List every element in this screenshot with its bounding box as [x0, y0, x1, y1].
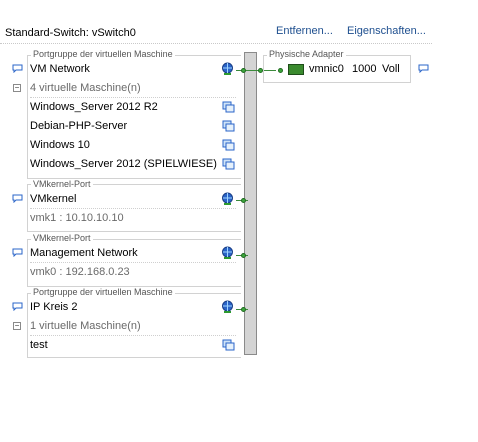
portgroup-name: IP Kreis 2 [30, 301, 78, 313]
connection-dot [241, 68, 246, 73]
portgroup-name: VM Network [30, 63, 90, 75]
portgroup-name: Management Network [30, 247, 138, 259]
vm-count-label: 4 virtuelle Maschine(n) [30, 82, 141, 94]
vm-icon[interactable] [222, 101, 235, 114]
speech-bubble-icon[interactable] [12, 194, 23, 203]
globe-icon[interactable] [221, 62, 234, 75]
divider [30, 97, 236, 98]
globe-icon[interactable] [221, 300, 234, 313]
connection-dot [241, 253, 246, 258]
physical-adapters-label: Physische Adapter [267, 49, 346, 60]
portgroup-type-label: Portgruppe der virtuellen Maschine [31, 287, 175, 298]
vm-count-label: 1 virtuelle Maschine(n) [30, 320, 141, 332]
vm-icon[interactable] [222, 339, 235, 352]
divider [30, 208, 236, 209]
vmk-address: vmk0 : 192.168.0.23 [30, 266, 130, 278]
divider [30, 335, 236, 336]
globe-icon[interactable] [221, 192, 234, 205]
portgroup-name: VMkernel [30, 193, 77, 205]
vmk-address: vmk1 : 10.10.10.10 [30, 212, 124, 224]
vm-item[interactable]: Windows_Server 2012 (SPIELWIESE) [30, 158, 217, 170]
nic-duplex: Voll [382, 63, 400, 75]
vm-item[interactable]: Windows 10 [30, 139, 90, 151]
vm-item[interactable]: Windows_Server 2012 R2 [30, 101, 158, 113]
portgroup-type-label: VMkernel-Port [31, 233, 93, 244]
connection-dot [241, 198, 246, 203]
remove-link[interactable]: Entfernen... [276, 25, 333, 37]
nic-speed: 1000 [352, 63, 377, 75]
speech-bubble-icon[interactable] [12, 248, 23, 257]
properties-link[interactable]: Eigenschaften... [347, 25, 426, 37]
vm-icon[interactable] [222, 158, 235, 171]
connection-dot [241, 307, 246, 312]
switch-title: Standard-Switch: vSwitch0 [5, 27, 136, 39]
speech-bubble-icon[interactable] [418, 64, 429, 73]
divider [30, 262, 236, 263]
portgroup-type-label: Portgruppe der virtuellen Maschine [31, 49, 175, 60]
network-card-icon[interactable] [288, 64, 304, 75]
collapse-minus-icon[interactable]: − [13, 322, 21, 330]
vm-item[interactable]: test [30, 339, 48, 351]
globe-icon[interactable] [221, 246, 234, 259]
header-divider [0, 43, 432, 44]
speech-bubble-icon[interactable] [12, 302, 23, 311]
speech-bubble-icon[interactable] [12, 64, 23, 73]
vm-icon[interactable] [222, 120, 235, 133]
vm-icon[interactable] [222, 139, 235, 152]
portgroup-type-label: VMkernel-Port [31, 179, 93, 190]
collapse-minus-icon[interactable]: − [13, 84, 21, 92]
nic-name[interactable]: vmnic0 [309, 63, 344, 75]
vm-item[interactable]: Debian-PHP-Server [30, 120, 127, 132]
